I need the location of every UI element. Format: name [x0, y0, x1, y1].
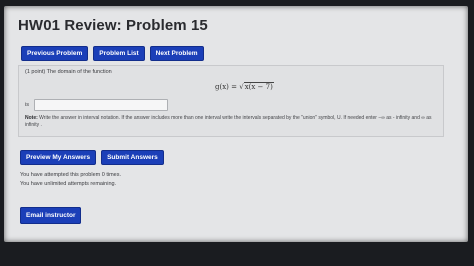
note-body: Write the answer in interval notation. I…	[25, 115, 432, 128]
page-title: HW01 Review: Problem 15	[18, 17, 208, 34]
remaining-status: You have unlimited attempts remaining.	[20, 181, 117, 187]
formula-radicand: x(x − 7)	[243, 82, 274, 91]
answer-input[interactable]	[34, 99, 168, 111]
previous-problem-button[interactable]: Previous Problem	[21, 46, 89, 61]
answer-actions: Preview My Answers Submit Answers	[20, 150, 164, 165]
email-row: Email instructor	[20, 204, 82, 224]
answer-prefix-label: is	[25, 102, 29, 108]
problem-nav: Previous Problem Problem List Next Probl…	[21, 46, 204, 61]
problem-list-button[interactable]: Problem List	[93, 46, 145, 61]
problem-intro: (1 point) The domain of the function	[25, 69, 112, 75]
formula-lhs: g(x) =	[215, 83, 240, 91]
note-label: Note:	[25, 115, 38, 121]
preview-answers-button[interactable]: Preview My Answers	[20, 150, 97, 165]
problem-box: (1 point) The domain of the function g(x…	[18, 65, 444, 137]
note-text: Note: Write the answer in interval notat…	[25, 115, 439, 129]
submit-answers-button[interactable]: Submit Answers	[101, 150, 164, 165]
email-instructor-button[interactable]: Email instructor	[20, 207, 82, 224]
attempts-status: You have attempted this problem 0 times.	[20, 172, 121, 178]
browser-screen: HW01 Review: Problem 15 Previous Problem…	[4, 6, 468, 242]
function-formula: g(x) = √x(x − 7)	[215, 82, 274, 91]
next-problem-button[interactable]: Next Problem	[149, 46, 204, 61]
